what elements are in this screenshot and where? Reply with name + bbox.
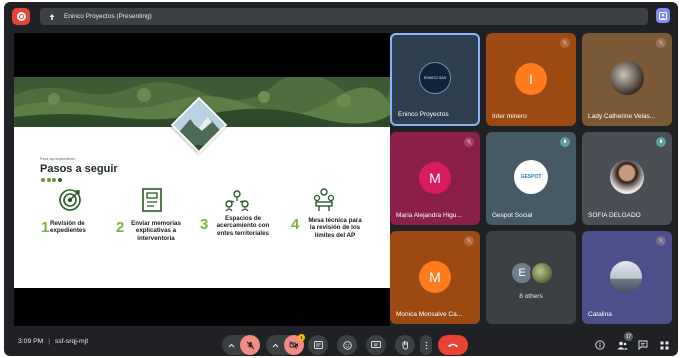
participant-name: Inter minero bbox=[492, 113, 527, 120]
participant-photo bbox=[530, 261, 554, 285]
present-screen-icon bbox=[371, 341, 381, 348]
step-text: Enviar memorias explicativas a interventor… bbox=[131, 220, 181, 242]
self-view-icon bbox=[659, 11, 667, 20]
mic-toggle-button[interactable] bbox=[240, 335, 260, 355]
camera-off-icon bbox=[289, 341, 298, 349]
avatar: M bbox=[419, 162, 451, 194]
participant-name: Gespot Social bbox=[492, 212, 533, 219]
team-icon bbox=[225, 190, 249, 212]
raise-hand-button[interactable] bbox=[395, 335, 415, 355]
activities-icon bbox=[660, 341, 668, 349]
chat-icon bbox=[638, 340, 648, 350]
participant-name: SOFIA DELGADO bbox=[588, 212, 641, 219]
people-button[interactable] bbox=[616, 339, 628, 351]
participant-name: Monica Monsalve Ca... bbox=[396, 311, 463, 318]
control-bar: 3:09 PM | ssf-srqj-mjt 1 17 bbox=[4, 328, 678, 356]
speaking-icon bbox=[656, 137, 666, 147]
raise-hand-icon bbox=[401, 340, 408, 350]
others-count: 8 others bbox=[519, 293, 543, 300]
avatar: I bbox=[515, 63, 547, 95]
participant-photo bbox=[610, 261, 642, 293]
participant-tile[interactable]: I Inter minero bbox=[486, 33, 576, 126]
end-call-icon bbox=[448, 343, 458, 348]
emoji-icon bbox=[342, 340, 352, 350]
company-logo: GESPOT bbox=[514, 160, 548, 194]
reactions-badge: 1 bbox=[298, 334, 305, 341]
recording-button[interactable] bbox=[12, 8, 30, 25]
mic-options-button[interactable] bbox=[224, 338, 238, 352]
participant-tile[interactable]: M Maria Alejandra Higu... bbox=[390, 132, 480, 225]
slide-kicker: Fase Aprestamiento bbox=[40, 157, 76, 161]
avatar: M bbox=[419, 261, 451, 293]
participant-photo bbox=[610, 160, 644, 194]
emoji-button[interactable] bbox=[337, 335, 357, 355]
chevron-up-icon bbox=[272, 343, 278, 347]
present-icon bbox=[48, 13, 56, 21]
mic-off-icon bbox=[560, 38, 570, 48]
presenting-chip[interactable]: Eninco Proyectos (Presenting) bbox=[40, 8, 648, 25]
self-view-button[interactable] bbox=[656, 8, 670, 23]
step-number: 1 bbox=[41, 219, 50, 236]
meeting-code: ssf-srqj-mjt bbox=[54, 338, 89, 345]
mic-off-icon bbox=[464, 137, 474, 147]
presenting-label: Eninco Proyectos (Presenting) bbox=[64, 13, 152, 20]
captions-icon bbox=[313, 341, 323, 349]
mic-off-icon bbox=[656, 38, 666, 48]
activities-button[interactable] bbox=[658, 339, 670, 351]
speaking-icon bbox=[560, 137, 570, 147]
meeting-info-button[interactable] bbox=[594, 339, 606, 351]
info-icon bbox=[595, 340, 605, 350]
presentation-slide: Fase Aprestamiento Pasos a seguir 1 Revi… bbox=[14, 77, 390, 288]
step-text: Mesa técnica para la revisión de los límit… bbox=[308, 217, 362, 239]
mic-off-icon bbox=[464, 236, 474, 246]
slide-title: Pasos a seguir bbox=[40, 163, 118, 175]
time: 3:09 PM bbox=[18, 338, 44, 345]
participant-tile[interactable]: GESPOT Gespot Social bbox=[486, 132, 576, 225]
company-logo: ENINCO SAS bbox=[419, 62, 451, 94]
slide-dots bbox=[41, 178, 62, 182]
meeting-table-icon bbox=[313, 188, 335, 211]
more-options-button[interactable] bbox=[420, 335, 432, 355]
participant-photo bbox=[610, 61, 644, 95]
mic-off-icon bbox=[656, 236, 666, 246]
participant-name: Lady Catherine Velas... bbox=[588, 113, 656, 120]
participant-tile[interactable]: ENINCO SAS Eninco Proyectos bbox=[390, 33, 480, 126]
present-now-button[interactable] bbox=[366, 335, 386, 355]
chevron-up-icon bbox=[228, 343, 234, 347]
captions-button[interactable] bbox=[308, 335, 328, 355]
leave-call-button[interactable] bbox=[438, 335, 468, 355]
people-icon bbox=[617, 341, 628, 349]
meeting-clock: 3:09 PM | ssf-srqj-mjt bbox=[18, 338, 89, 345]
participant-tile[interactable]: SOFIA DELGADO bbox=[582, 132, 672, 225]
step-text: Espacios de acercamiento con entes territo… bbox=[216, 215, 270, 237]
more-icon bbox=[425, 341, 427, 349]
participant-tile[interactable]: M Monica Monsalve Ca... bbox=[390, 231, 480, 324]
participant-name: Maria Alejandra Higu... bbox=[396, 212, 462, 219]
record-icon bbox=[16, 12, 26, 21]
participant-name: Eninco Proyectos bbox=[398, 111, 449, 118]
participant-name: Catalina bbox=[588, 311, 612, 318]
document-icon bbox=[142, 188, 162, 212]
meet-window: Eninco Proyectos (Presenting) Fase Apres… bbox=[4, 2, 678, 356]
chat-button[interactable] bbox=[637, 339, 649, 351]
participant-tile[interactable]: Lady Catherine Velas... bbox=[582, 33, 672, 126]
step-text: Revisión de expedientes bbox=[50, 220, 86, 235]
participant-tile[interactable]: Catalina bbox=[582, 231, 672, 324]
target-icon bbox=[59, 189, 81, 211]
camera-options-button[interactable] bbox=[268, 338, 282, 352]
top-bar: Eninco Proyectos (Presenting) bbox=[4, 2, 678, 30]
mic-off-icon bbox=[246, 341, 254, 349]
shared-screen: Fase Aprestamiento Pasos a seguir 1 Revi… bbox=[14, 33, 390, 326]
others-tile[interactable]: E 8 others bbox=[486, 231, 576, 324]
